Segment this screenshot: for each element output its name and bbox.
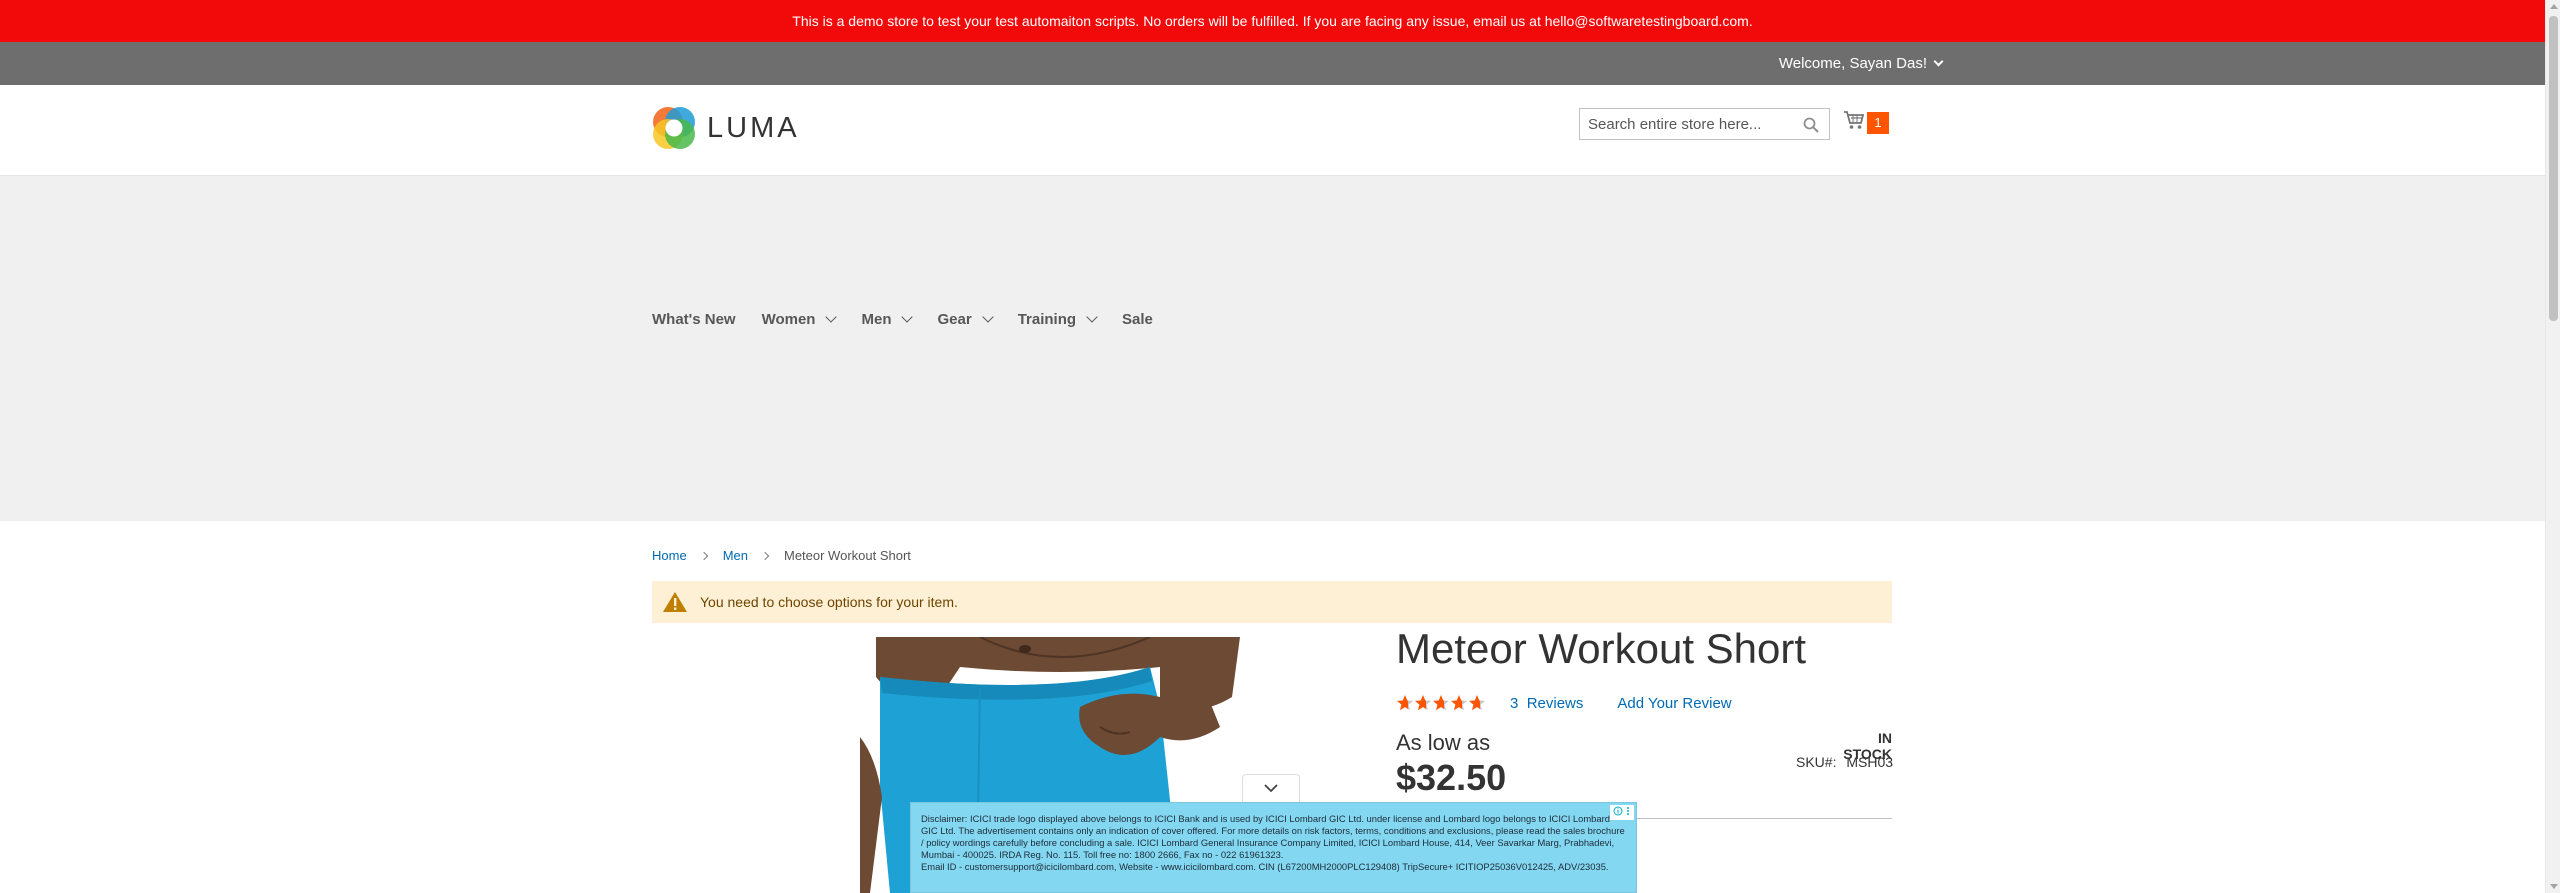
scrollbar-thumb[interactable] bbox=[2549, 16, 2558, 321]
reviews-link[interactable]: 3 Reviews bbox=[1510, 695, 1583, 712]
product-sku: SKU#: MSH03 bbox=[1796, 754, 1893, 770]
cart-icon bbox=[1843, 110, 1865, 135]
nav-item-training[interactable]: Training bbox=[1017, 310, 1098, 328]
customer-welcome-menu[interactable]: Welcome, Sayan Das! bbox=[1778, 42, 1944, 85]
ad-contact-text: Email ID - customersupport@icicilombard.… bbox=[921, 861, 1609, 872]
cart-count-badge: 1 bbox=[1867, 111, 1889, 134]
warning-message-text: You need to choose options for your item… bbox=[700, 594, 958, 610]
warning-message: You need to choose options for your item… bbox=[652, 581, 1892, 623]
reviews-label: Reviews bbox=[1526, 694, 1584, 712]
page: This is a demo store to test your test a… bbox=[0, 0, 2545, 893]
demo-notice-bar: This is a demo store to test your test a… bbox=[0, 0, 2545, 42]
chevron-down-icon bbox=[1933, 56, 1944, 67]
chevron-down-icon bbox=[825, 311, 838, 323]
product-title: Meteor Workout Short bbox=[1396, 625, 1807, 672]
ad-collapse-button[interactable] bbox=[1242, 774, 1300, 802]
add-review-link[interactable]: Add Your Review bbox=[1617, 695, 1731, 712]
sku-label: SKU#: bbox=[1796, 754, 1837, 770]
nav-item-label: Training bbox=[1017, 310, 1077, 328]
search-input[interactable] bbox=[1580, 115, 1790, 133]
luma-logo-icon bbox=[651, 105, 697, 151]
chevron-right-icon bbox=[760, 551, 770, 560]
nav-item-gear[interactable]: Gear bbox=[937, 310, 994, 328]
product-reviews-summary: 3 Reviews Add Your Review bbox=[1396, 694, 1732, 712]
nav-item-men[interactable]: Men bbox=[861, 310, 914, 328]
breadcrumb-current: Meteor Workout Short bbox=[783, 548, 911, 563]
breadcrumb: Home Men Meteor Workout Short bbox=[652, 548, 911, 563]
nav-item-label: Men bbox=[861, 310, 892, 328]
as-low-as-label: As low as bbox=[1396, 730, 1491, 755]
breadcrumb-men[interactable]: Men bbox=[723, 548, 748, 563]
breadcrumb-home[interactable]: Home bbox=[652, 548, 687, 563]
nav-item-label: Sale bbox=[1122, 310, 1153, 328]
sku-value: MSH03 bbox=[1846, 754, 1894, 770]
search-field[interactable] bbox=[1579, 108, 1830, 140]
chevron-down-icon bbox=[901, 311, 914, 323]
logo-link[interactable]: LUMA bbox=[651, 105, 800, 151]
header-panel: Welcome, Sayan Das! bbox=[0, 42, 2545, 85]
chevron-down-icon bbox=[982, 311, 994, 323]
chevron-down-icon bbox=[1264, 780, 1278, 798]
demo-notice-text: This is a demo store to test your test a… bbox=[792, 13, 1753, 29]
nav-item-label: Women bbox=[761, 310, 816, 328]
nav-item-label: Gear bbox=[937, 310, 972, 328]
minicart-button[interactable]: 1 bbox=[1843, 110, 1889, 135]
rating-stars bbox=[1396, 694, 1486, 712]
product-price: $32.50 bbox=[1396, 757, 1507, 798]
main-navigation: What's New Women Men Gear Training Sale bbox=[652, 303, 1179, 335]
reviews-count: 3 bbox=[1510, 694, 1519, 712]
ad-more-icon[interactable] bbox=[1625, 806, 1631, 819]
welcome-text: Welcome, Sayan Das! bbox=[1778, 55, 1927, 72]
ad-choices[interactable] bbox=[1610, 805, 1634, 820]
chevron-down-icon bbox=[1086, 311, 1098, 323]
nav-item-sale[interactable]: Sale bbox=[1122, 311, 1153, 328]
ad-disclaimer-text: Disclaimer: ICICI trade logo displayed a… bbox=[921, 813, 1625, 860]
scroll-down-arrow-icon[interactable] bbox=[2550, 884, 2558, 889]
ad-disclaimer-panel[interactable]: Disclaimer: ICICI trade logo displayed a… bbox=[910, 802, 1637, 893]
scroll-up-arrow-icon[interactable] bbox=[2550, 4, 2558, 9]
chevron-right-icon bbox=[699, 551, 708, 560]
vertical-scrollbar[interactable] bbox=[2545, 0, 2560, 893]
logo-text: LUMA bbox=[707, 111, 800, 144]
ad-banner-area bbox=[0, 176, 2545, 521]
nav-item-label: What's New bbox=[652, 310, 736, 328]
nav-item-whats-new[interactable]: What's New bbox=[652, 311, 736, 328]
warning-icon bbox=[662, 591, 688, 613]
nav-item-women[interactable]: Women bbox=[761, 310, 838, 328]
ad-info-icon[interactable] bbox=[1613, 806, 1623, 819]
search-icon[interactable] bbox=[1803, 117, 1819, 133]
header-content: LUMA 1 bbox=[0, 85, 2545, 176]
